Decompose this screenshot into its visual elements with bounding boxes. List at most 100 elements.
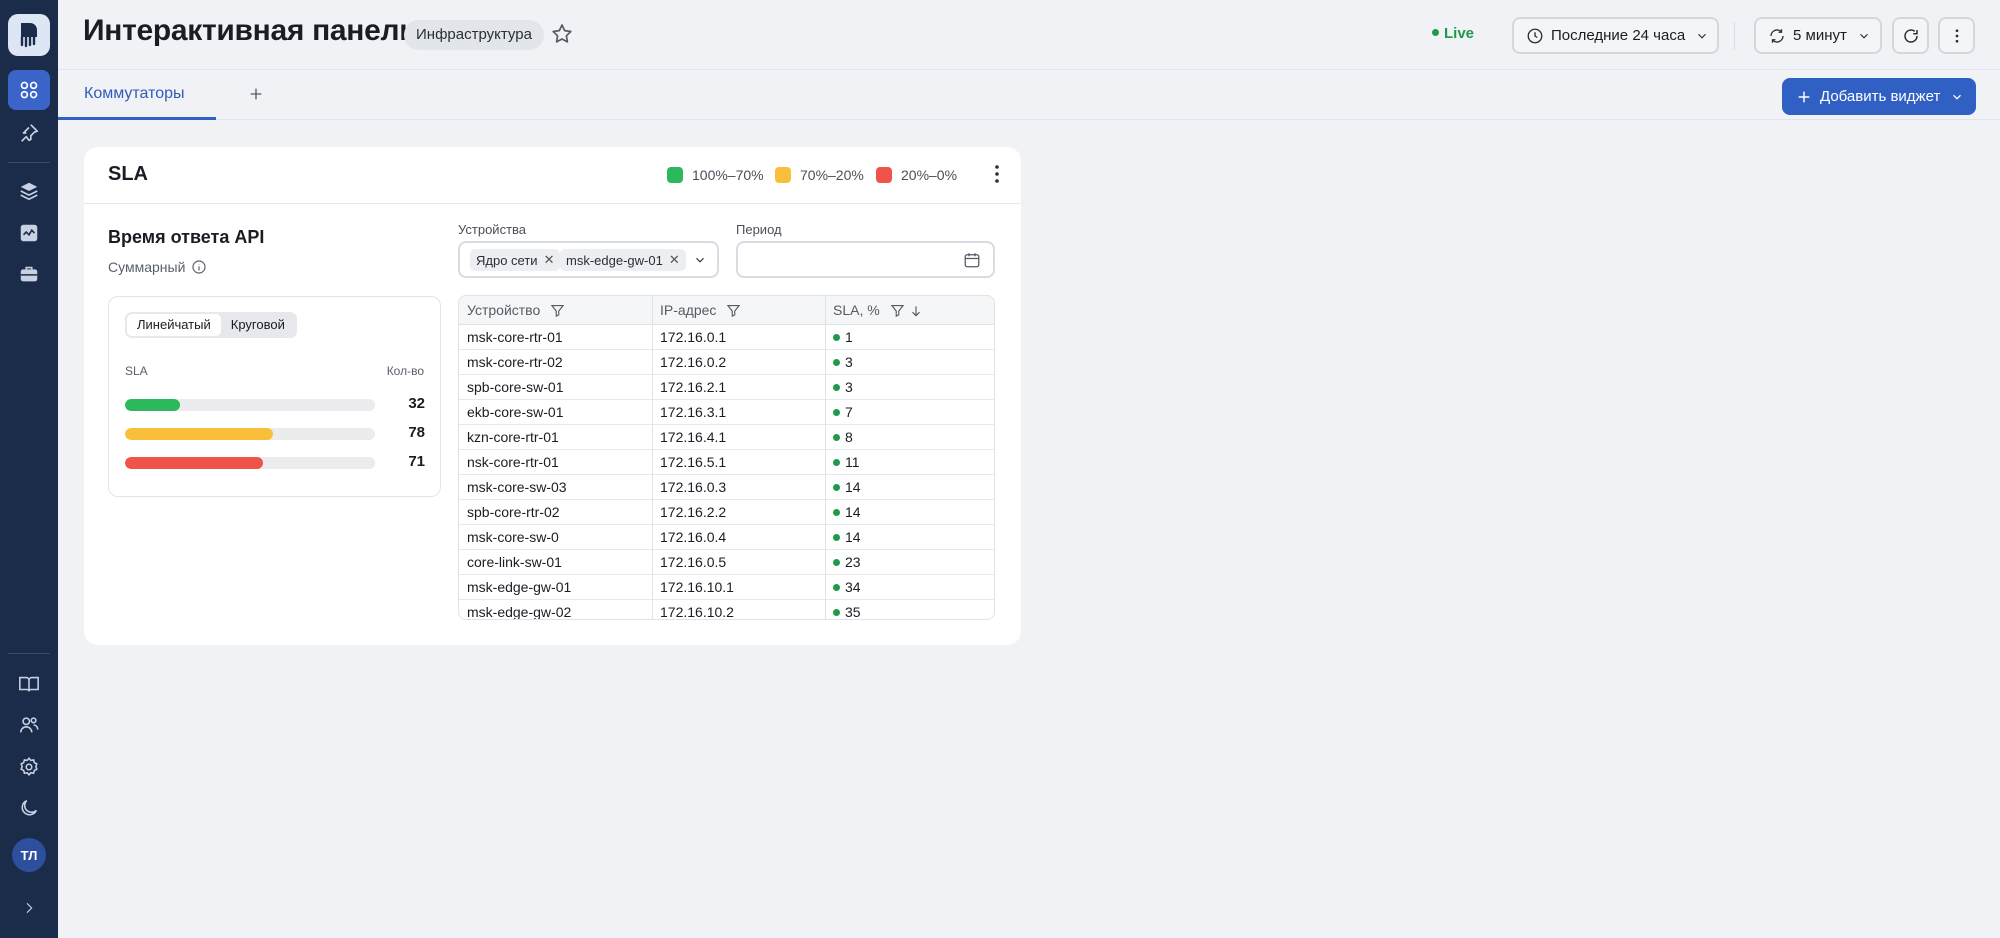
briefcase-icon	[20, 266, 38, 282]
refresh-button[interactable]	[1892, 17, 1929, 54]
sidebar-item-toolbox[interactable]	[8, 254, 50, 294]
sidebar-item-docs[interactable]	[8, 664, 50, 704]
favorite-button[interactable]	[550, 22, 574, 51]
table-row[interactable]: core-link-sw-01 172.16.0.5 23	[459, 550, 994, 575]
legend-item: 70%–20%	[775, 167, 864, 183]
page-header: Интерактивная панель Инфраструктура Live…	[58, 0, 2000, 70]
tab-switches[interactable]: Коммутаторы	[58, 70, 216, 120]
cell-device: spb-core-sw-01	[467, 379, 564, 395]
add-widget-label: Добавить виджет	[1820, 88, 1941, 105]
table-row[interactable]: nsk-core-rtr-01 172.16.5.1 11	[459, 450, 994, 475]
clock-icon	[1527, 28, 1543, 43]
chevron-down-icon	[696, 257, 704, 263]
filter-icon[interactable]	[550, 303, 565, 318]
app-logo[interactable]	[8, 14, 50, 56]
user-avatar[interactable]: ТЛ	[12, 838, 46, 872]
column-label-sla: SLA	[125, 364, 148, 378]
column-header-ip[interactable]: IP-адрес	[652, 296, 825, 325]
cell-sla: 23	[825, 550, 861, 575]
period-filter-label: Период	[736, 222, 782, 237]
table-row[interactable]: msk-edge-gw-01 172.16.10.1 34	[459, 575, 994, 600]
chip-label: msk-edge-gw-01	[566, 252, 663, 268]
cell-sla: 3	[825, 350, 853, 375]
sla-value: 1	[845, 329, 853, 345]
cell-sla: 1	[825, 325, 853, 350]
cell-sla: 3	[825, 375, 853, 400]
status-dot-icon	[833, 558, 840, 566]
column-title: Устройство	[467, 302, 541, 318]
column-header-device[interactable]: Устройство	[459, 296, 652, 325]
status-dot-icon	[833, 408, 840, 416]
legend-swatch	[876, 167, 892, 183]
table-row[interactable]: msk-edge-gw-02 172.16.10.2 35	[459, 600, 994, 620]
info-icon[interactable]	[191, 259, 207, 275]
widget-subtitle: Время ответа API	[108, 227, 265, 247]
sidebar-item-settings[interactable]	[8, 747, 50, 787]
status-dot-icon	[833, 608, 840, 616]
table-row[interactable]: msk-core-rtr-02 172.16.0.2 3	[459, 350, 994, 375]
add-widget-button[interactable]: Добавить виджет	[1782, 78, 1976, 115]
sla-value: 34	[845, 579, 861, 595]
table-row[interactable]: ekb-core-sw-01 172.16.3.1 7	[459, 400, 994, 425]
filter-icon[interactable]	[890, 303, 905, 318]
column-divider	[652, 296, 653, 619]
view-option-bar[interactable]: Линейчатый	[127, 314, 221, 336]
table-row[interactable]: msk-core-sw-03 172.16.0.3 14	[459, 475, 994, 500]
column-header-sla[interactable]: SLA, %	[825, 296, 994, 325]
cell-ip: 172.16.0.1	[660, 329, 727, 345]
sort-descending-icon[interactable]	[909, 304, 923, 318]
cell-device: nsk-core-rtr-01	[467, 454, 559, 470]
close-icon[interactable]: ✕	[544, 252, 555, 268]
bar-fill-high	[125, 399, 180, 411]
status-dot-icon	[833, 533, 840, 541]
chevron-right-icon	[26, 902, 33, 914]
widget-menu-button[interactable]	[988, 163, 1006, 190]
aggregation-mode: Суммарный	[108, 259, 207, 275]
sidebar-divider	[8, 162, 50, 163]
sidebar-item-dashboards[interactable]	[8, 70, 50, 110]
sidebar-item-theme[interactable]	[8, 788, 50, 828]
sla-bar-row: 78	[125, 424, 425, 441]
sla-value: 35	[845, 604, 861, 620]
devices-multiselect[interactable]: Ядро сети ✕ msk-edge-gw-01 ✕	[458, 241, 719, 278]
sidebar-item-layers[interactable]	[8, 171, 50, 211]
chip-label: Ядро сети	[476, 252, 538, 268]
add-tab-button[interactable]	[244, 82, 268, 106]
refresh-interval-select[interactable]: 5 минут	[1754, 17, 1882, 54]
status-dot-icon	[833, 333, 840, 341]
bar-track	[125, 428, 375, 440]
sidebar-item-monitoring[interactable]	[8, 213, 50, 253]
cell-sla: 14	[825, 500, 861, 525]
bar-value: 78	[408, 424, 425, 441]
legend-item: 20%–0%	[876, 167, 957, 183]
legend-label: 20%–0%	[901, 167, 958, 183]
view-option-pie[interactable]: Круговой	[221, 314, 295, 336]
table-row[interactable]: kzn-core-rtr-01 172.16.4.1 8	[459, 425, 994, 450]
table-row[interactable]: spb-core-sw-01 172.16.2.1 3	[459, 375, 994, 400]
cell-device: msk-core-rtr-01	[467, 329, 563, 345]
sidebar-item-pinned[interactable]	[8, 113, 50, 153]
legend-label: 100%–70%	[692, 167, 764, 183]
tab-label: Коммутаторы	[84, 85, 185, 102]
legend-swatch	[775, 167, 791, 183]
time-range-label: Последние 24 часа	[1551, 27, 1686, 44]
cell-device: msk-core-rtr-02	[467, 354, 563, 370]
filter-icon[interactable]	[726, 303, 741, 318]
cell-ip: 172.16.2.2	[660, 504, 727, 520]
gear-icon	[20, 757, 38, 776]
close-icon[interactable]: ✕	[669, 252, 680, 268]
table-row[interactable]: msk-core-rtr-01 172.16.0.1 1	[459, 325, 994, 350]
category-tag[interactable]: Инфраструктура	[404, 20, 544, 50]
time-range-select[interactable]: Последние 24 часа	[1512, 17, 1719, 54]
sla-widget: SLA 100%–70% 70%–20% 20%–0% Время ответа…	[84, 147, 1021, 645]
sidebar-item-users[interactable]	[8, 705, 50, 745]
table-row[interactable]: spb-core-rtr-02 172.16.2.2 14	[459, 500, 994, 525]
period-date-picker[interactable]	[736, 241, 995, 278]
table-row[interactable]: msk-core-sw-0 172.16.0.4 14	[459, 525, 994, 550]
star-icon	[552, 24, 572, 43]
cell-device: msk-edge-gw-02	[467, 604, 572, 620]
sidebar-expand-button[interactable]	[8, 888, 50, 928]
more-menu-button[interactable]	[1938, 17, 1975, 54]
status-dot-icon	[833, 483, 840, 491]
column-divider	[825, 296, 826, 619]
